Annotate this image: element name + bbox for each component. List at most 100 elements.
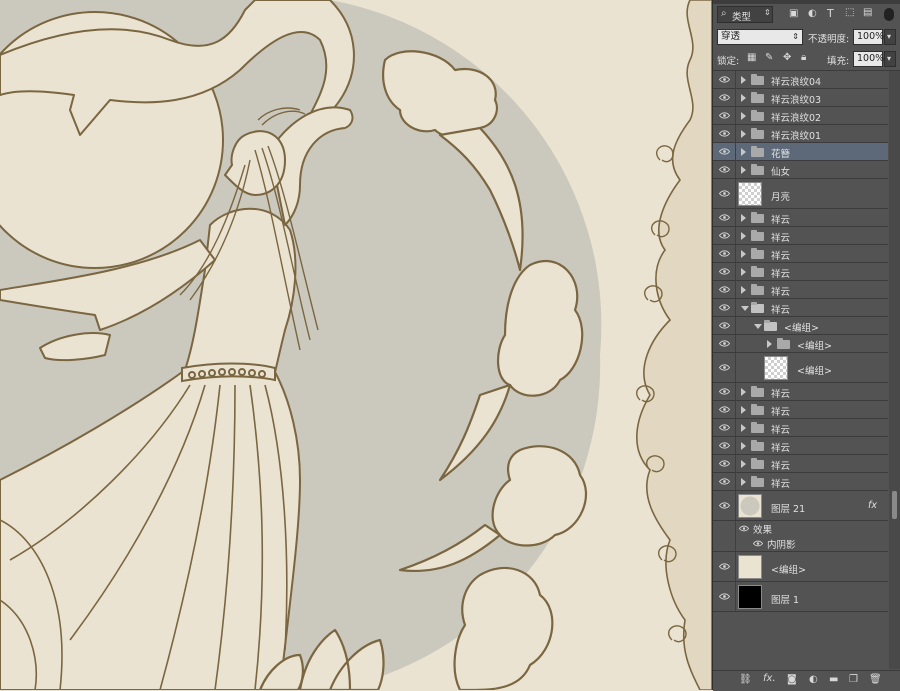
visibility-cell[interactable] — [713, 107, 736, 124]
layer-row[interactable]: 祥云 — [713, 263, 888, 281]
collapsed-arrow-icon[interactable] — [741, 130, 746, 138]
visibility-eye-icon[interactable] — [719, 111, 730, 119]
layer-row[interactable]: 祥云 — [713, 209, 888, 227]
collapsed-arrow-icon[interactable] — [767, 340, 772, 348]
visibility-eye-icon[interactable] — [719, 387, 730, 395]
layer-row[interactable]: 祥云浪纹04 — [713, 71, 888, 89]
layer-row[interactable]: 花簪 — [713, 143, 888, 161]
collapsed-arrow-icon[interactable] — [741, 76, 746, 84]
layer-row[interactable]: 祥云 — [713, 299, 888, 317]
visibility-cell[interactable] — [713, 552, 736, 581]
layer-row[interactable]: 祥云 — [713, 473, 888, 491]
visibility-cell[interactable] — [713, 89, 736, 106]
visibility-eye-icon[interactable] — [719, 267, 730, 275]
layer-row[interactable]: <编组> — [713, 335, 888, 353]
visibility-eye-icon[interactable] — [719, 339, 730, 347]
visibility-eye-icon[interactable] — [719, 147, 730, 155]
visibility-eye-icon[interactable] — [719, 562, 730, 570]
new-group-icon[interactable]: ▬ — [829, 674, 838, 685]
visibility-eye-icon[interactable] — [719, 285, 730, 293]
layer-row[interactable]: 祥云 — [713, 455, 888, 473]
layer-row[interactable]: 图层 21 fx — [713, 491, 888, 521]
visibility-eye-icon[interactable] — [719, 459, 730, 467]
adjustment-icon[interactable]: ◐ — [809, 674, 818, 685]
collapsed-arrow-icon[interactable] — [741, 286, 746, 294]
lock-move-icon[interactable]: ✥ — [783, 52, 791, 63]
collapsed-arrow-icon[interactable] — [741, 388, 746, 396]
layer-row[interactable]: 祥云浪纹03 — [713, 89, 888, 107]
collapsed-arrow-icon[interactable] — [741, 424, 746, 432]
blend-mode-select[interactable]: 穿透 ⇕ — [717, 29, 803, 45]
inner-shadow-row[interactable]: 内阴影 — [713, 536, 888, 551]
collapsed-arrow-icon[interactable] — [741, 94, 746, 102]
collapsed-arrow-icon[interactable] — [741, 166, 746, 174]
fill-input[interactable]: 100% — [853, 51, 884, 67]
lock-brush-icon[interactable]: ✎ — [765, 52, 773, 63]
visibility-eye-icon[interactable] — [719, 592, 730, 600]
visibility-cell[interactable] — [713, 299, 736, 316]
visibility-cell[interactable] — [713, 179, 736, 208]
collapsed-arrow-icon[interactable] — [741, 250, 746, 258]
collapsed-arrow-icon[interactable] — [741, 268, 746, 276]
layer-row[interactable]: <编组> — [713, 552, 888, 582]
layer-thumbnail[interactable] — [738, 182, 762, 206]
fx-icon[interactable]: fx. — [763, 673, 776, 684]
visibility-cell[interactable] — [713, 335, 736, 352]
collapsed-arrow-icon[interactable] — [741, 148, 746, 156]
layer-row[interactable]: 祥云 — [713, 227, 888, 245]
filter-adjustment-icon[interactable]: ◐ — [808, 8, 817, 19]
visibility-eye-icon[interactable] — [719, 477, 730, 485]
visibility-cell[interactable] — [713, 521, 736, 536]
layer-row[interactable]: <编组> — [713, 353, 888, 383]
layer-row[interactable]: 祥云 — [713, 383, 888, 401]
filter-kind-select[interactable]: ⌕ 类型 ⇕ — [717, 6, 773, 23]
visibility-eye-icon[interactable] — [719, 165, 730, 173]
layer-row[interactable]: <编组> — [713, 317, 888, 335]
visibility-cell[interactable] — [713, 227, 736, 244]
layer-row[interactable]: 祥云 — [713, 437, 888, 455]
visibility-cell[interactable] — [713, 245, 736, 262]
filter-shape-icon[interactable]: ⬚ — [845, 7, 854, 18]
expanded-arrow-icon[interactable] — [741, 306, 749, 311]
layer-row[interactable]: 祥云 — [713, 419, 888, 437]
layer-row[interactable]: 祥云 — [713, 281, 888, 299]
visibility-cell[interactable] — [713, 209, 736, 226]
layer-row[interactable]: 图层 1 — [713, 582, 888, 612]
layer-thumbnail[interactable] — [738, 585, 762, 609]
fill-dropdown[interactable]: ▾ — [884, 51, 896, 67]
layer-row[interactable]: 祥云浪纹02 — [713, 107, 888, 125]
visibility-eye-icon[interactable] — [719, 363, 730, 371]
collapsed-arrow-icon[interactable] — [741, 232, 746, 240]
collapsed-arrow-icon[interactable] — [741, 460, 746, 468]
visibility-cell[interactable] — [713, 536, 736, 551]
lock-transparent-icon[interactable]: ▦ — [747, 52, 756, 63]
layer-row[interactable]: 祥云 — [713, 245, 888, 263]
visibility-cell[interactable] — [713, 383, 736, 400]
visibility-eye-icon[interactable] — [719, 249, 730, 257]
collapsed-arrow-icon[interactable] — [741, 112, 746, 120]
layer-thumbnail[interactable] — [738, 555, 762, 579]
visibility-cell[interactable] — [713, 437, 736, 454]
layer-row[interactable]: 月亮 — [713, 179, 888, 209]
visibility-cell[interactable] — [713, 582, 736, 611]
visibility-eye-icon[interactable] — [719, 93, 730, 101]
link-icon[interactable]: ⛓ — [739, 674, 752, 685]
layer-thumbnail[interactable] — [738, 494, 762, 518]
visibility-cell[interactable] — [713, 491, 736, 520]
opacity-input[interactable]: 100% — [853, 29, 884, 45]
visibility-eye-icon[interactable] — [719, 213, 730, 221]
visibility-eye-icon[interactable] — [719, 231, 730, 239]
lock-all-icon[interactable]: 🔒︎ — [801, 52, 806, 63]
visibility-cell[interactable] — [713, 263, 736, 280]
visibility-cell[interactable] — [713, 317, 736, 334]
layer-thumbnail[interactable] — [764, 356, 788, 380]
collapsed-arrow-icon[interactable] — [741, 214, 746, 222]
expanded-arrow-icon[interactable] — [754, 324, 762, 329]
visibility-cell[interactable] — [713, 401, 736, 418]
visibility-eye-icon[interactable] — [719, 423, 730, 431]
layers-list[interactable]: 祥云浪纹04 祥云浪纹03 祥云浪纹02 祥云浪纹01 花簪 仙女 月亮 祥云 祥云 祥云 祥云 祥云… — [713, 71, 900, 669]
visibility-cell[interactable] — [713, 71, 736, 88]
visibility-eye-icon[interactable] — [719, 321, 730, 329]
scrollbar-thumb[interactable] — [892, 491, 897, 519]
visibility-cell[interactable] — [713, 125, 736, 142]
